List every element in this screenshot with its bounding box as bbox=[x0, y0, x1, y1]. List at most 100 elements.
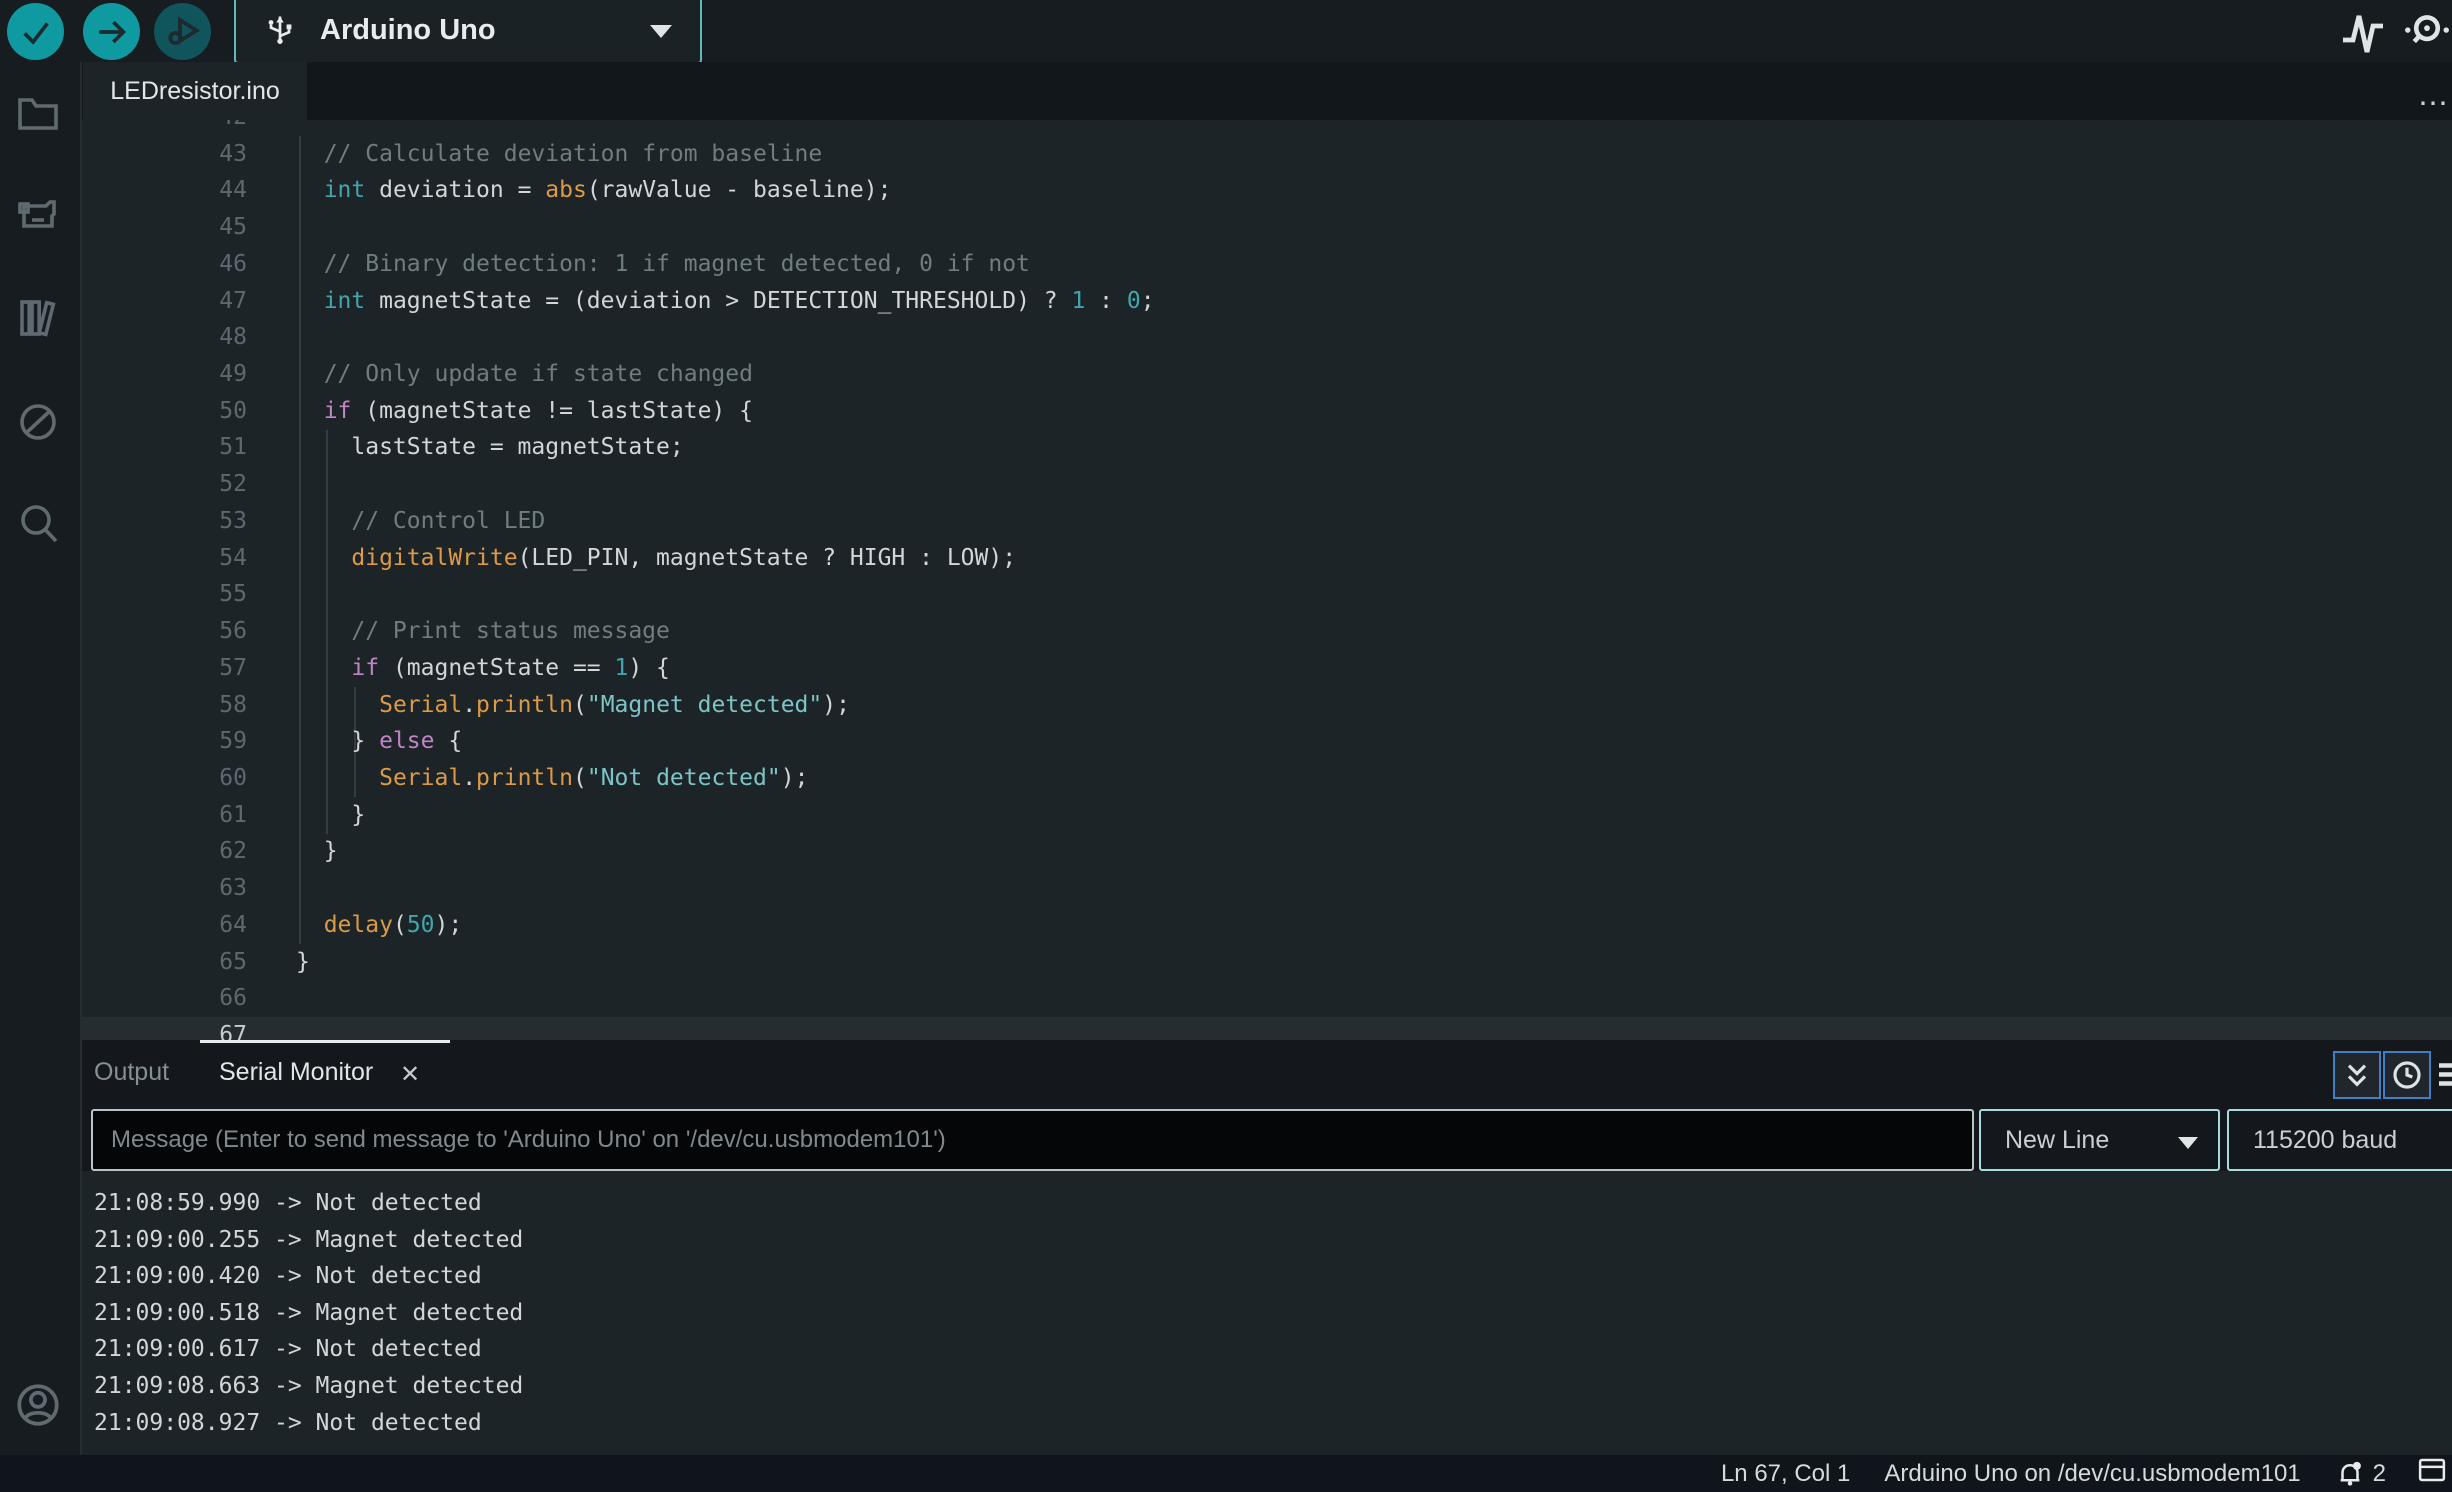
line-number: 62 bbox=[82, 833, 247, 870]
close-serial-monitor-icon[interactable]: ✕ bbox=[400, 1060, 420, 1089]
code-text: } bbox=[296, 797, 365, 834]
boards-manager-icon bbox=[12, 192, 64, 240]
code-line[interactable]: 63 bbox=[82, 870, 2452, 907]
code-text: int deviation = abs(rawValue - baseline)… bbox=[296, 172, 891, 209]
code-line[interactable]: 67 bbox=[82, 1017, 2452, 1040]
code-line[interactable]: 42 bbox=[82, 120, 2452, 136]
code-line[interactable]: 48 bbox=[82, 319, 2452, 356]
code-text: Serial.println("Not detected"); bbox=[296, 760, 808, 797]
serial-output-line: 21:08:59.990 -> Not detected bbox=[94, 1185, 2452, 1222]
line-number: 60 bbox=[82, 760, 247, 797]
notifications-button[interactable]: 2 bbox=[2335, 1459, 2386, 1489]
code-line[interactable]: 53 // Control LED bbox=[82, 503, 2452, 540]
code-text: digitalWrite(LED_PIN, magnetState ? HIGH… bbox=[296, 540, 1016, 577]
verify-button[interactable] bbox=[7, 3, 64, 60]
editor-tabbar: LEDresistor.ino ⋯ bbox=[82, 62, 2452, 120]
code-line[interactable]: 66 bbox=[82, 980, 2452, 1017]
cursor-position[interactable]: Ln 67, Col 1 bbox=[1721, 1460, 1850, 1488]
code-text: // Control LED bbox=[296, 503, 545, 540]
sidebar-item-sketchbook[interactable] bbox=[12, 90, 68, 142]
sidebar-item-search[interactable] bbox=[12, 500, 68, 552]
code-text: Serial.println("Magnet detected"); bbox=[296, 687, 850, 724]
timestamp-toggle-button[interactable] bbox=[2383, 1051, 2431, 1099]
sidebar-item-account[interactable] bbox=[12, 1380, 68, 1432]
line-ending-dropdown[interactable]: New Line bbox=[1979, 1109, 2220, 1171]
code-line[interactable]: 49 // Only update if state changed bbox=[82, 356, 2452, 393]
line-number: 52 bbox=[82, 466, 247, 503]
code-line[interactable]: 46 // Binary detection: 1 if magnet dete… bbox=[82, 246, 2452, 283]
line-number: 54 bbox=[82, 540, 247, 577]
dropdown-caret-icon bbox=[650, 25, 672, 38]
clear-output-button[interactable] bbox=[2434, 1058, 2452, 1094]
serial-monitor-output[interactable]: 21:08:59.990 -> Not detected21:09:00.255… bbox=[82, 1171, 2452, 1455]
code-line[interactable]: 55 bbox=[82, 576, 2452, 613]
code-line[interactable]: 65} bbox=[82, 944, 2452, 981]
board-connection-status[interactable]: Arduino Uno on /dev/cu.usbmodem101 bbox=[1884, 1460, 2300, 1488]
sidebar-item-boards-manager[interactable] bbox=[12, 192, 68, 244]
upload-button[interactable] bbox=[83, 3, 140, 60]
panel-layout-button[interactable] bbox=[2416, 1455, 2448, 1492]
dropdown-caret-icon bbox=[2178, 1137, 2198, 1149]
tab-serial-monitor[interactable]: Serial Monitor bbox=[219, 1058, 373, 1087]
code-line[interactable]: 56 // Print status message bbox=[82, 613, 2452, 650]
line-number: 51 bbox=[82, 429, 247, 466]
code-line[interactable]: 43 // Calculate deviation from baseline bbox=[82, 136, 2452, 173]
code-editor[interactable]: 4243 // Calculate deviation from baselin… bbox=[82, 120, 2452, 1040]
account-icon bbox=[12, 1380, 64, 1430]
code-line[interactable]: 64 delay(50); bbox=[82, 907, 2452, 944]
serial-monitor-button[interactable] bbox=[2402, 8, 2452, 56]
baud-rate-dropdown[interactable]: 115200 baud bbox=[2227, 1109, 2452, 1171]
line-number: 48 bbox=[82, 319, 247, 356]
line-number: 49 bbox=[82, 356, 247, 393]
notification-count: 2 bbox=[2373, 1460, 2386, 1488]
code-line[interactable]: 62 } bbox=[82, 833, 2452, 870]
line-ending-value: New Line bbox=[2005, 1126, 2109, 1155]
line-number: 56 bbox=[82, 613, 247, 650]
clear-output-icon bbox=[2434, 1058, 2452, 1094]
code-line[interactable]: 58 Serial.println("Magnet detected"); bbox=[82, 687, 2452, 724]
code-line[interactable]: 50 if (magnetState != lastState) { bbox=[82, 393, 2452, 430]
code-lines-container: 4243 // Calculate deviation from baselin… bbox=[82, 120, 2452, 1040]
tab-ledresistor-ino[interactable]: LEDresistor.ino bbox=[83, 62, 307, 120]
usb-icon bbox=[262, 10, 298, 50]
debug-button[interactable] bbox=[154, 3, 211, 60]
board-selector-dropdown[interactable]: Arduino Uno bbox=[234, 0, 702, 64]
autoscroll-toggle-button[interactable] bbox=[2333, 1051, 2381, 1099]
line-number: 59 bbox=[82, 723, 247, 760]
serial-message-input[interactable] bbox=[91, 1109, 1974, 1171]
tabbar-more-button[interactable]: ⋯ bbox=[2418, 86, 2452, 121]
line-number: 65 bbox=[82, 944, 247, 981]
debug-icon bbox=[165, 14, 201, 50]
toolbar: Arduino Uno bbox=[0, 0, 2452, 62]
sidebar-item-library-manager[interactable] bbox=[12, 294, 68, 346]
tab-label: LEDresistor.ino bbox=[110, 77, 280, 106]
serial-plotter-icon bbox=[2338, 8, 2388, 56]
sidebar-item-debug[interactable] bbox=[12, 398, 68, 450]
autoscroll-icon bbox=[2341, 1059, 2373, 1091]
code-line[interactable]: 47 int magnetState = (deviation > DETECT… bbox=[82, 283, 2452, 320]
code-text: } else { bbox=[296, 723, 462, 760]
serial-output-line: 21:09:00.255 -> Magnet detected bbox=[94, 1222, 2452, 1259]
code-line[interactable]: 54 digitalWrite(LED_PIN, magnetState ? H… bbox=[82, 540, 2452, 577]
line-number: 44 bbox=[82, 172, 247, 209]
serial-send-row: New Line 115200 baud bbox=[82, 1109, 2452, 1171]
code-text: delay(50); bbox=[296, 907, 462, 944]
search-icon bbox=[12, 500, 64, 548]
code-line[interactable]: 44 int deviation = abs(rawValue - baseli… bbox=[82, 172, 2452, 209]
code-line[interactable]: 60 Serial.println("Not detected"); bbox=[82, 760, 2452, 797]
code-line[interactable]: 61 } bbox=[82, 797, 2452, 834]
serial-plotter-button[interactable] bbox=[2338, 8, 2388, 56]
timestamp-icon bbox=[2391, 1059, 2423, 1091]
code-line[interactable]: 45 bbox=[82, 209, 2452, 246]
code-line[interactable]: 51 lastState = magnetState; bbox=[82, 429, 2452, 466]
line-number: 67 bbox=[82, 1017, 247, 1040]
code-line[interactable]: 59 } else { bbox=[82, 723, 2452, 760]
line-number: 57 bbox=[82, 650, 247, 687]
line-number: 47 bbox=[82, 283, 247, 320]
tab-output[interactable]: Output bbox=[94, 1058, 169, 1087]
selected-board-label: Arduino Uno bbox=[320, 14, 496, 47]
active-panel-tab-indicator bbox=[200, 1040, 450, 1043]
code-line[interactable]: 57 if (magnetState == 1) { bbox=[82, 650, 2452, 687]
code-line[interactable]: 52 bbox=[82, 466, 2452, 503]
line-number: 64 bbox=[82, 907, 247, 944]
